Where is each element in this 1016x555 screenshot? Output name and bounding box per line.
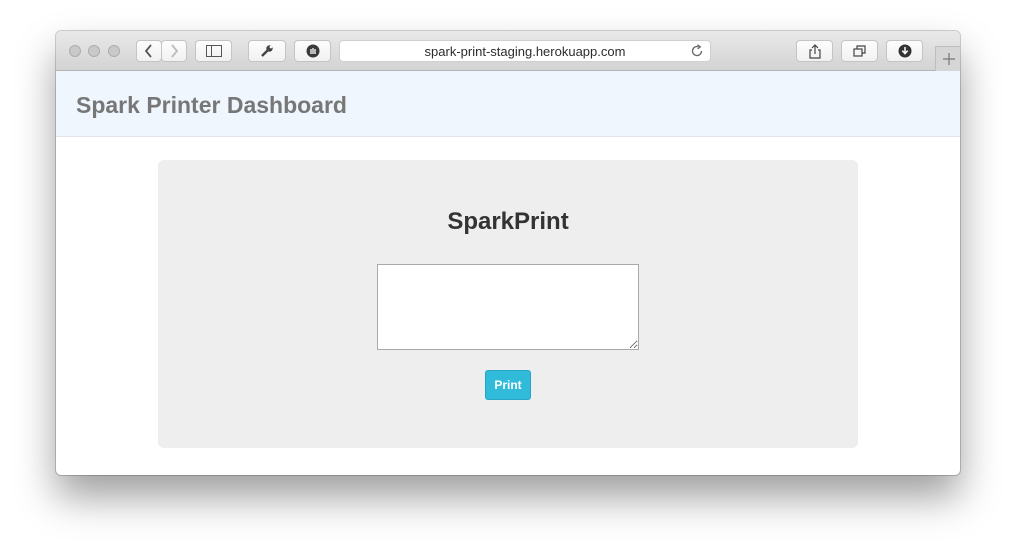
url-text: spark-print-staging.herokuapp.com xyxy=(424,43,626,59)
extension-button[interactable] xyxy=(294,40,331,62)
sidebar-icon xyxy=(205,45,222,57)
print-button[interactable]: Print xyxy=(485,370,531,400)
reload-icon xyxy=(691,44,703,57)
plus-icon xyxy=(942,53,955,65)
minimize-window-button[interactable] xyxy=(88,45,100,57)
forward-button[interactable] xyxy=(161,40,187,62)
share-icon xyxy=(808,43,821,59)
brand-title[interactable]: Spark Printer Dashboard xyxy=(76,92,347,119)
hand-icon xyxy=(306,44,319,58)
chevron-left-icon xyxy=(144,44,152,58)
new-tab-button[interactable] xyxy=(935,46,960,71)
share-button[interactable] xyxy=(796,40,833,62)
tabs-overview-button[interactable] xyxy=(841,40,878,62)
back-button[interactable] xyxy=(136,40,162,62)
chevron-right-icon xyxy=(171,44,179,58)
wrench-icon xyxy=(261,45,273,57)
page-title: SparkPrint xyxy=(447,208,569,235)
browser-toolbar: spark-print-staging.herokuapp.com xyxy=(56,31,960,71)
tabs-icon xyxy=(852,45,866,57)
print-text-input[interactable] xyxy=(377,264,639,350)
zoom-window-button[interactable] xyxy=(108,45,120,57)
reload-button[interactable] xyxy=(690,44,704,61)
tools-button[interactable] xyxy=(248,40,286,62)
close-window-button[interactable] xyxy=(69,45,81,57)
sidebar-button[interactable] xyxy=(195,40,232,62)
navbar: Spark Printer Dashboard xyxy=(56,71,960,137)
downloads-button[interactable] xyxy=(886,40,923,62)
download-icon xyxy=(898,44,911,58)
print-panel: SparkPrint Print xyxy=(158,160,858,448)
address-bar[interactable]: spark-print-staging.herokuapp.com xyxy=(339,40,711,62)
browser-window: spark-print-staging.herokuapp.com Spark … xyxy=(56,31,960,475)
